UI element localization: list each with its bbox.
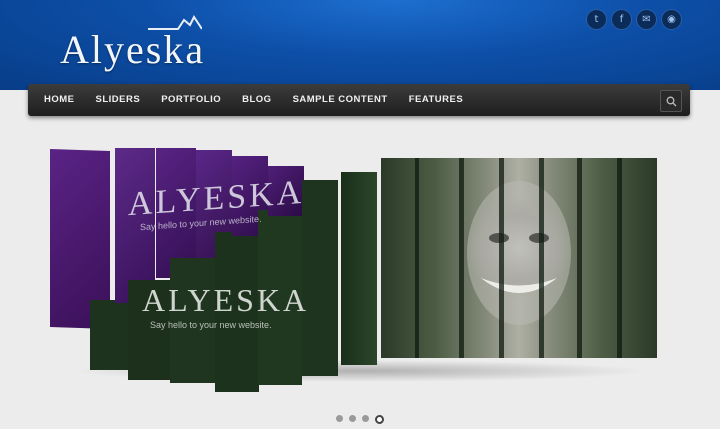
slider-slice (302, 180, 338, 376)
nav-item-blog[interactable]: Blog (242, 84, 271, 116)
twitter-icon[interactable]: t (586, 9, 607, 30)
logo-text: Alyeska (60, 27, 206, 72)
rss-icon[interactable]: ◉ (661, 9, 682, 30)
nav-item-features[interactable]: Features (409, 84, 464, 116)
slide-portrait-overlay (415, 158, 622, 358)
slide-title-bottom: ALYESKA (142, 282, 310, 318)
slider-pagination (336, 415, 384, 424)
slider-dot[interactable] (336, 415, 343, 422)
site-header: Alyeska t f ✉ ◉ (0, 0, 720, 90)
nav-item-sliders[interactable]: Sliders (96, 84, 141, 116)
facebook-icon[interactable]: f (611, 9, 632, 30)
social-links: t f ✉ ◉ (586, 9, 682, 30)
search-icon (666, 96, 676, 106)
search-button[interactable] (660, 90, 682, 112)
slide-tagline-bottom: Say hello to your new website. (150, 320, 272, 330)
nav-item-portfolio[interactable]: Portfolio (161, 84, 221, 116)
nav-item-home[interactable]: Home (44, 84, 75, 116)
slider-slice (341, 172, 377, 365)
slider-dot[interactable] (349, 415, 356, 422)
slider-dot-active[interactable] (375, 415, 384, 424)
email-icon[interactable]: ✉ (636, 9, 657, 30)
nav-item-sample-content[interactable]: Sample Content (293, 84, 388, 116)
main-navbar: Home Sliders Portfolio Blog Sample Conte… (28, 84, 690, 116)
slider-dot[interactable] (362, 415, 369, 422)
site-logo[interactable]: Alyeska (60, 14, 210, 72)
nav-menu: Home Sliders Portfolio Blog Sample Conte… (44, 84, 484, 116)
